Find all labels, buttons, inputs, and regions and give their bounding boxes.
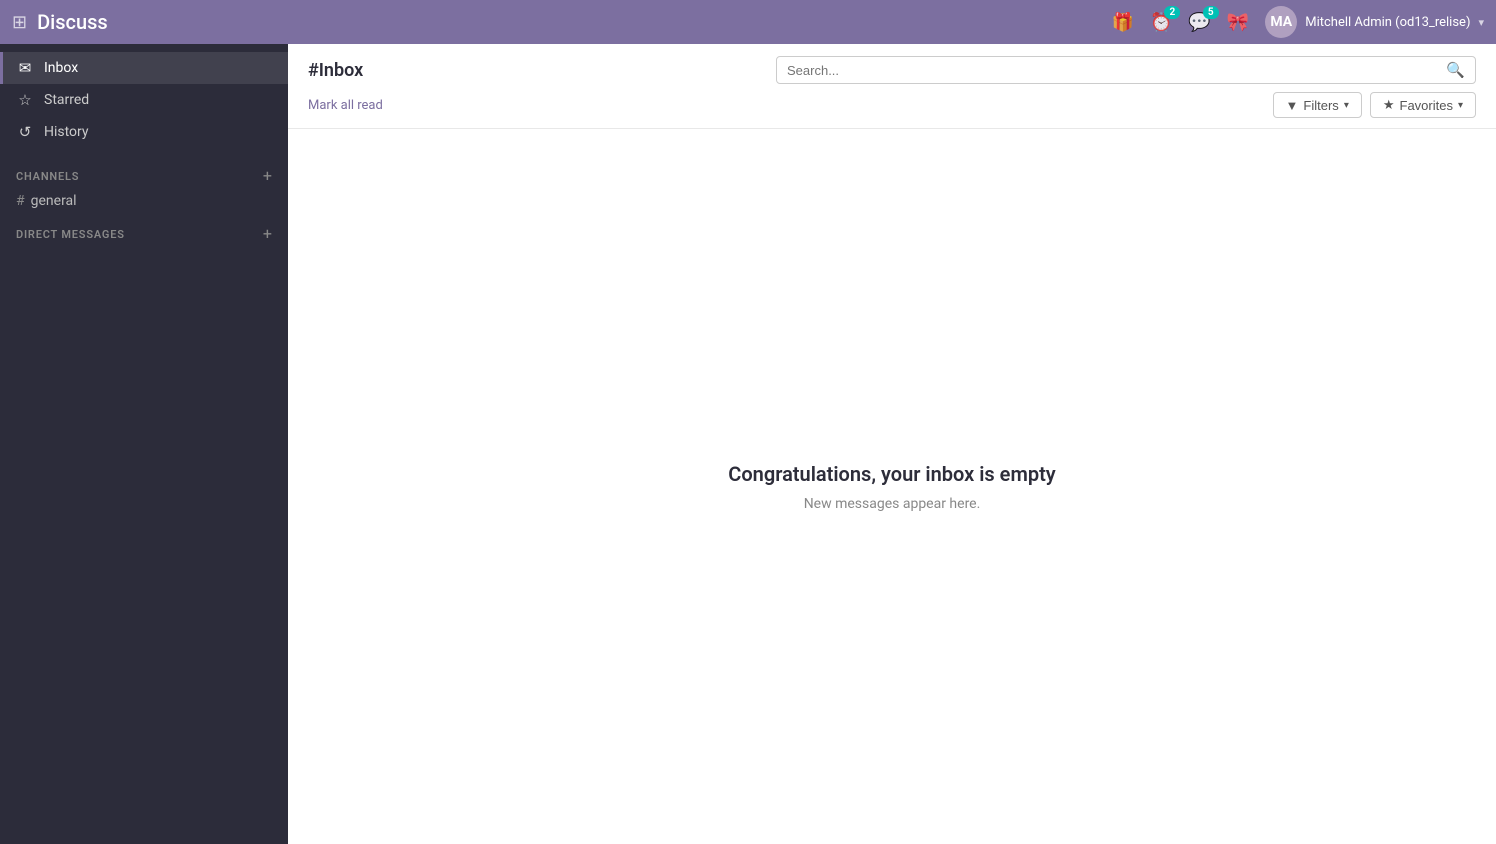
search-input[interactable] <box>787 63 1446 78</box>
navbar-actions: 🎁 ⏰ 2 💬 5 🎀 MA Mitchell Admin (od13_reli… <box>1108 6 1484 38</box>
filters-label: Filters <box>1303 98 1338 113</box>
navbar: ⊞ Discuss 🎁 ⏰ 2 💬 5 🎀 MA Mitchell Admin … <box>0 0 1496 44</box>
main-layout: ✉ Inbox ☆ Starred ↺ History CHANNELS + #… <box>0 44 1496 844</box>
mark-all-read-link[interactable]: Mark all read <box>308 98 383 113</box>
empty-inbox-title: Congratulations, your inbox is empty <box>728 462 1055 486</box>
header-actions-row: Mark all read ▼ Filters ▾ ★ Favorites ▾ <box>308 92 1476 118</box>
sidebar-item-starred[interactable]: ☆ Starred <box>0 84 288 116</box>
sidebar-item-starred-label: Starred <box>44 92 89 108</box>
filters-button[interactable]: ▼ Filters ▾ <box>1273 92 1362 118</box>
favorites-chevron: ▾ <box>1458 100 1463 111</box>
add-dm-button[interactable]: + <box>263 226 272 242</box>
grid-icon[interactable]: ⊞ <box>12 12 27 33</box>
favorites-label: Favorites <box>1400 98 1453 113</box>
content-header: #Inbox 🔍 Mark all read ▼ Filters ▾ ★ <box>288 44 1496 129</box>
filter-icon: ▼ <box>1286 98 1299 113</box>
history-icon: ↺ <box>16 123 34 141</box>
channel-general-label: general <box>31 193 77 209</box>
channel-hash-icon: # <box>16 193 25 209</box>
content-wrapper: #Inbox 🔍 Mark all read ▼ Filters ▾ ★ <box>288 44 1496 844</box>
clock-icon-btn[interactable]: ⏰ 2 <box>1146 8 1176 37</box>
star-icon: ☆ <box>16 91 34 109</box>
content-main: Congratulations, your inbox is empty New… <box>288 129 1496 844</box>
channels-section-header: CHANNELS + <box>0 156 288 188</box>
sidebar-item-inbox[interactable]: ✉ Inbox <box>0 52 288 84</box>
gift-icon-btn[interactable]: 🎁 <box>1108 8 1138 37</box>
user-menu[interactable]: MA Mitchell Admin (od13_relise) ▾ <box>1265 6 1484 38</box>
search-bar: 🔍 <box>776 56 1476 84</box>
sidebar: ✉ Inbox ☆ Starred ↺ History CHANNELS + #… <box>0 44 288 844</box>
chat-badge: 5 <box>1203 6 1219 19</box>
filters-chevron: ▾ <box>1344 100 1349 111</box>
sidebar-nav: ✉ Inbox ☆ Starred ↺ History <box>0 44 288 156</box>
page-title: #Inbox <box>308 60 363 81</box>
username: Mitchell Admin (od13_relise) <box>1305 15 1470 30</box>
sidebar-item-history[interactable]: ↺ History <box>0 116 288 148</box>
app-title: Discuss <box>37 10 1107 34</box>
present-icon: 🎀 <box>1227 12 1249 33</box>
clock-badge: 2 <box>1164 6 1180 19</box>
channels-label: CHANNELS <box>16 170 79 183</box>
chat-icon-btn[interactable]: 💬 5 <box>1184 8 1214 37</box>
empty-inbox-subtitle: New messages appear here. <box>804 496 981 512</box>
sidebar-item-inbox-label: Inbox <box>44 60 78 76</box>
filter-buttons: ▼ Filters ▾ ★ Favorites ▾ <box>1273 92 1476 118</box>
gift-icon: 🎁 <box>1112 12 1134 33</box>
add-channel-button[interactable]: + <box>263 168 272 184</box>
avatar: MA <box>1265 6 1297 38</box>
star-filled-icon: ★ <box>1383 97 1395 113</box>
channel-general[interactable]: # general <box>0 188 288 214</box>
direct-messages-section-header: DIRECT MESSAGES + <box>0 214 288 246</box>
content-header-top: #Inbox 🔍 <box>308 56 1476 84</box>
search-icon[interactable]: 🔍 <box>1446 61 1465 79</box>
direct-messages-label: DIRECT MESSAGES <box>16 228 125 241</box>
inbox-icon: ✉ <box>16 59 34 77</box>
sidebar-item-history-label: History <box>44 124 89 140</box>
present-icon-btn[interactable]: 🎀 <box>1223 8 1253 37</box>
user-menu-chevron: ▾ <box>1478 16 1484 29</box>
favorites-button[interactable]: ★ Favorites ▾ <box>1370 92 1476 118</box>
